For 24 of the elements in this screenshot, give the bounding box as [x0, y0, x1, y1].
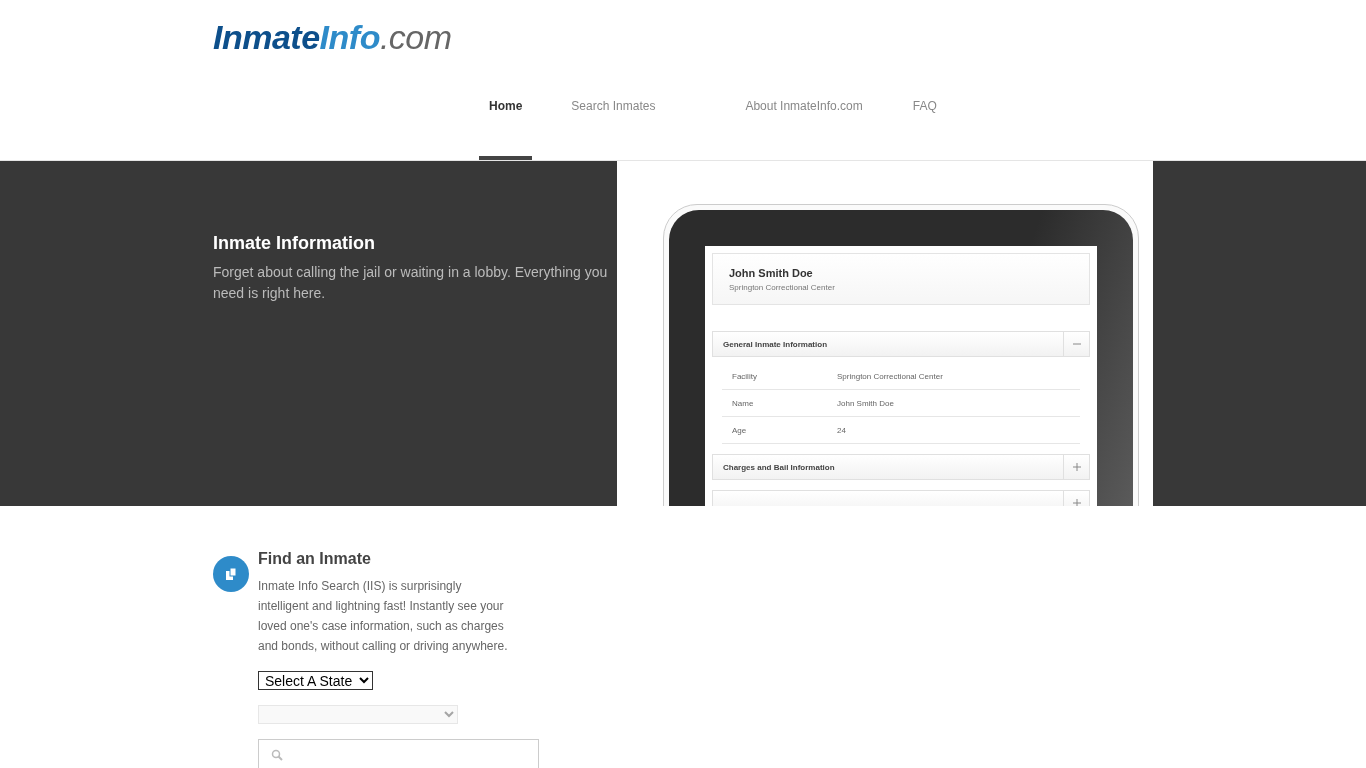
accordion-header[interactable]: General Inmate Information — [712, 331, 1090, 357]
field-label: Facility — [732, 371, 758, 381]
nav-link[interactable]: Search Inmates — [561, 85, 666, 160]
section-title: Charges and Bail Information — [722, 462, 836, 472]
facility-name: Springton Correctional Center — [729, 283, 836, 292]
field-label: Name — [732, 398, 755, 408]
field-value: John Smith Doe — [837, 398, 894, 408]
nav-link[interactable]: FAQ — [902, 85, 947, 160]
field-value: Springton Correctional Center — [837, 371, 943, 381]
section-text: Inmate Info Search (IIS) is surprisingly intelligent and lightning fast! Instantly see your loved one's case information, such as charges and bonds, without calling or driving anywhere. — [258, 578, 509, 655]
document-icon — [213, 556, 249, 592]
nav-link[interactable]: About InmateInfo.com — [735, 85, 873, 160]
search-field[interactable] — [258, 739, 539, 768]
hero-text: Forget about calling the jail or waiting in a lobby. Everything you need is right here. — [213, 263, 609, 303]
search-icon — [271, 749, 283, 761]
site-logo[interactable]: InmateInfo.com — [213, 18, 452, 57]
inmate-name: John Smith Doe — [729, 267, 814, 279]
hero-title: Inmate Information — [213, 233, 376, 254]
section-title: General Inmate Information — [722, 339, 829, 349]
field-label: Age — [732, 425, 748, 435]
state-select[interactable]: Select A State — [258, 671, 373, 690]
section-title: Find an Inmate — [258, 550, 372, 568]
field-value: 24 — [837, 425, 846, 435]
accordion-header[interactable]: Charges and Bail Information — [712, 454, 1090, 480]
